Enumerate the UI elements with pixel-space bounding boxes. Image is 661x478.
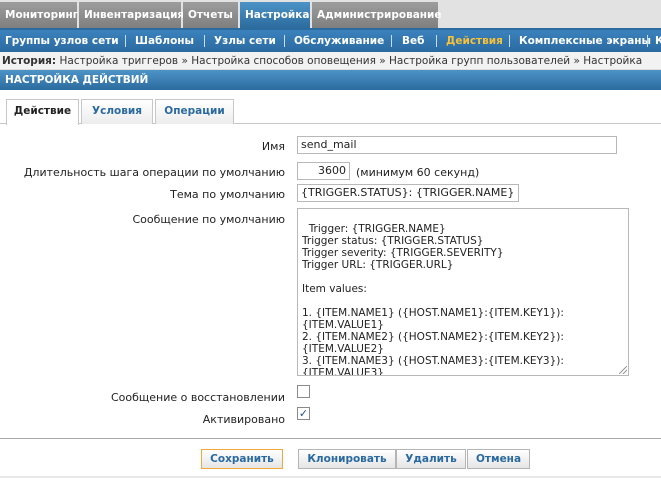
tab-operations[interactable]: Операции bbox=[155, 99, 234, 124]
page-title: НАСТРОЙКА ДЕЙСТВИЙ bbox=[0, 70, 661, 90]
delete-button[interactable]: Удалить bbox=[396, 449, 466, 469]
resize-grip-icon[interactable] bbox=[619, 366, 627, 374]
check-icon: ✓ bbox=[298, 407, 309, 420]
enabled-label: Активировано bbox=[202, 413, 285, 426]
step-duration-label: Длительность шага операции по умолчанию bbox=[23, 166, 285, 179]
history-separator: » bbox=[181, 55, 188, 67]
tab-bar: Действие Условия Операции bbox=[0, 96, 661, 125]
tab-action[interactable]: Действие bbox=[6, 99, 79, 125]
history-separator: » bbox=[379, 55, 386, 67]
top-menu-administration[interactable]: Администрирование bbox=[312, 2, 442, 28]
clone-button[interactable]: Клонировать bbox=[298, 449, 396, 469]
footer-divider bbox=[0, 438, 661, 439]
history-item[interactable]: Настройка триггеров bbox=[59, 55, 178, 67]
top-menu: Мониторинг Инвентаризация Отчеты Настрой… bbox=[0, 0, 661, 30]
top-menu-monitoring[interactable]: Мониторинг bbox=[0, 2, 78, 28]
top-menu-inventory[interactable]: Инвентаризация bbox=[79, 2, 184, 28]
message-textarea[interactable]: Trigger: {TRIGGER.NAME} Trigger status: … bbox=[297, 208, 629, 376]
submenu-separator bbox=[204, 35, 205, 47]
submenu-templates[interactable]: Шаблоны bbox=[135, 30, 194, 52]
message-text: Trigger: {TRIGGER.NAME} Trigger status: … bbox=[302, 223, 564, 376]
enabled-checkbox[interactable]: ✓ bbox=[297, 407, 310, 420]
history-item[interactable]: Настройка способов оповещения bbox=[191, 55, 376, 67]
submenu-separator bbox=[436, 35, 437, 47]
recovery-message-checkbox[interactable] bbox=[297, 385, 310, 398]
submenu-separator bbox=[647, 35, 648, 47]
submenu-more[interactable]: Ка bbox=[655, 30, 661, 52]
sub-menu: Группы узлов сети Шаблоны Узлы сети Обсл… bbox=[0, 30, 661, 52]
submenu-maintenance[interactable]: Обслуживание bbox=[294, 30, 384, 52]
history-breadcrumb: История: Настройка триггеров » Настройка… bbox=[0, 52, 661, 70]
history-item[interactable]: Настройка групп пользователей bbox=[389, 55, 570, 67]
save-button[interactable]: Сохранить bbox=[201, 449, 283, 469]
recovery-message-label: Сообщение о восстановлении bbox=[110, 391, 285, 404]
submenu-web[interactable]: Веб bbox=[402, 30, 424, 52]
submenu-actions[interactable]: Действия bbox=[446, 30, 503, 52]
submenu-separator bbox=[125, 35, 126, 47]
history-separator: » bbox=[573, 55, 580, 67]
name-label: Имя bbox=[261, 140, 285, 153]
submenu-host-groups[interactable]: Группы узлов сети bbox=[5, 30, 119, 52]
top-menu-configuration[interactable]: Настройка bbox=[240, 2, 310, 28]
submenu-separator bbox=[391, 35, 392, 47]
name-input[interactable]: send_mail bbox=[297, 136, 617, 154]
top-menu-reports[interactable]: Отчеты bbox=[183, 2, 238, 28]
step-duration-note: (минимум 60 секунд) bbox=[356, 166, 480, 179]
cancel-button[interactable]: Отмена bbox=[467, 449, 530, 469]
history-item[interactable]: Настройка bbox=[583, 55, 642, 67]
step-duration-input[interactable]: 3600 bbox=[297, 162, 350, 180]
tab-conditions[interactable]: Условия bbox=[81, 99, 153, 124]
subject-input[interactable]: {TRIGGER.STATUS}: {TRIGGER.NAME} bbox=[297, 184, 519, 202]
message-label: Сообщение по умолчанию bbox=[132, 213, 286, 226]
submenu-hosts[interactable]: Узлы сети bbox=[214, 30, 276, 52]
history-label: История: bbox=[2, 55, 57, 67]
subject-label: Тема по умолчанию bbox=[170, 188, 285, 201]
submenu-separator bbox=[284, 35, 285, 47]
submenu-separator bbox=[509, 35, 510, 47]
submenu-screens[interactable]: Комплексные экраны bbox=[519, 30, 651, 52]
